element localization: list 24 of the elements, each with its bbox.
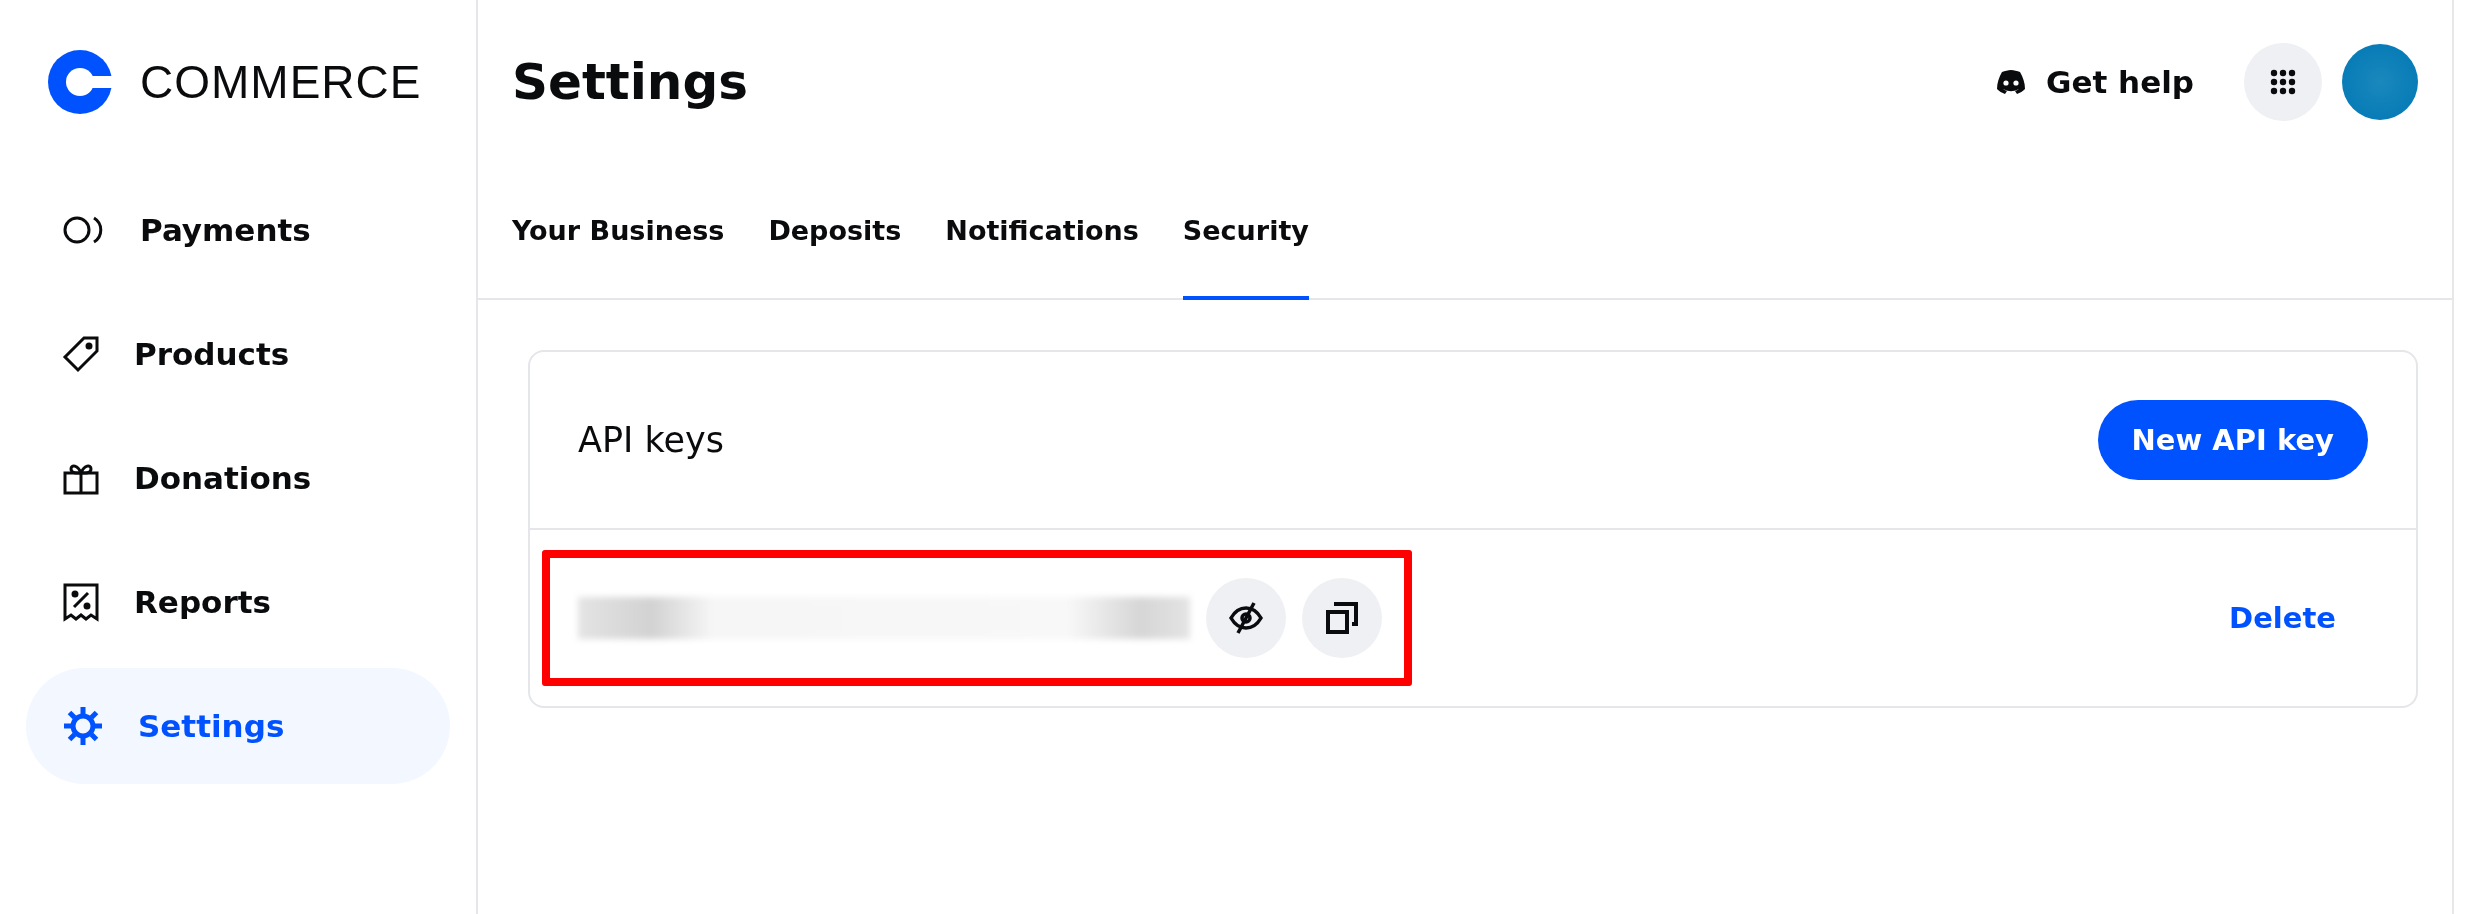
new-api-key-button[interactable]: New API key (2097, 400, 2368, 480)
gift-icon (62, 461, 100, 495)
eye-slash-icon (1228, 600, 1264, 636)
delete-link[interactable]: Delete (2229, 601, 2336, 635)
page-title: Settings (512, 53, 749, 111)
receipt-icon (62, 582, 100, 622)
gear-icon (62, 705, 104, 747)
settings-tab[interactable]: Notifications (945, 164, 1139, 300)
brand-name: COMMERCE (140, 55, 422, 109)
sidebar-item[interactable]: Settings (26, 668, 450, 784)
sidebar-item[interactable]: Reports (26, 544, 450, 660)
logo-icon (48, 50, 112, 114)
settings-tab[interactable]: Security (1182, 164, 1309, 300)
sidebar-item[interactable]: Donations (26, 420, 450, 536)
help-button[interactable]: Get help (1996, 64, 2194, 100)
settings-tab[interactable]: Deposits (768, 164, 902, 300)
copy-icon (1325, 601, 1359, 635)
card-title: API keys (578, 420, 724, 460)
sidebar-item[interactable]: Products (26, 296, 450, 412)
grid-icon (2270, 69, 2296, 95)
sidebar-item[interactable]: Payments (26, 172, 450, 288)
settings-tab[interactable]: Your Business (512, 164, 725, 300)
tag-icon (62, 335, 100, 373)
chat-bot-icon (1996, 70, 2026, 94)
